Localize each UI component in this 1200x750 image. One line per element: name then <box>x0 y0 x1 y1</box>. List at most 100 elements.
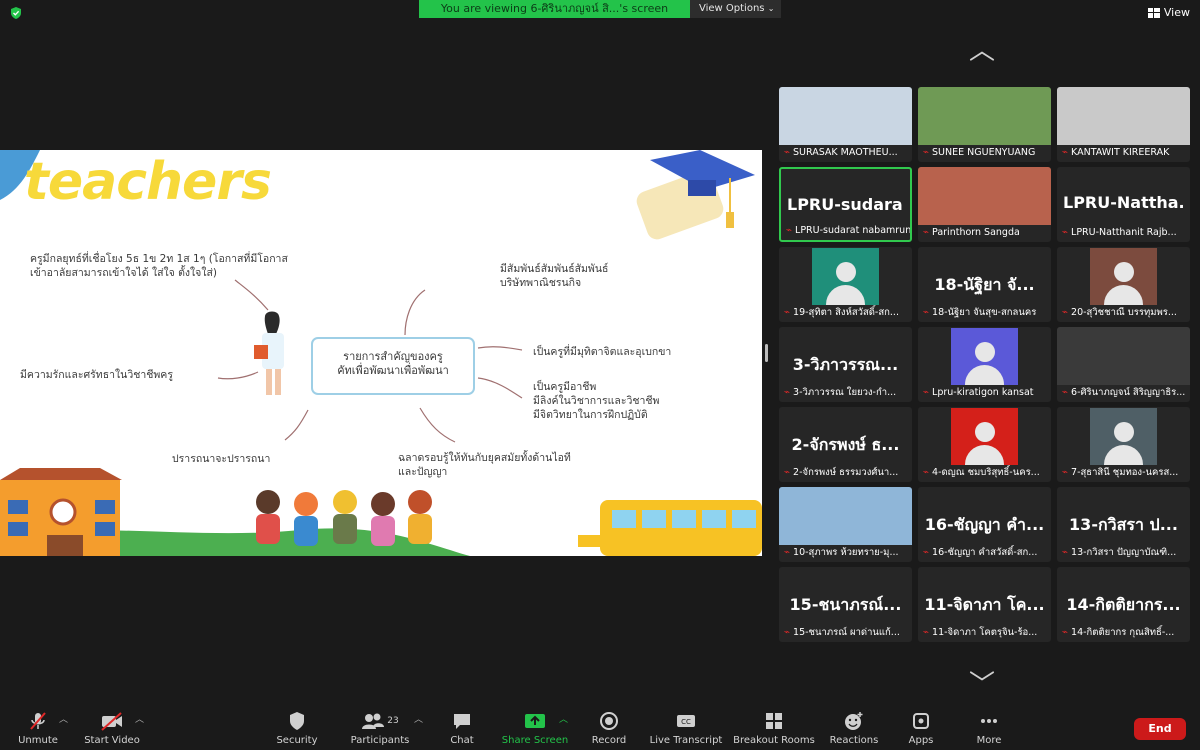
participant-name-label: ⌁ 11-จิดาภา โคตรุจิน-ร้อ... <box>918 624 1051 642</box>
view-options-label: View Options <box>699 3 765 14</box>
mic-muted-icon: ⌁ <box>784 307 791 318</box>
participant-tile[interactable]: 15-ชนาภรณ์... ⌁ 15-ชนาภรณ์ ผาด่านแก้... <box>779 567 912 642</box>
participant-avatar <box>951 408 1018 465</box>
school-building <box>0 468 122 556</box>
mic-muted-icon: ⌁ <box>784 547 791 558</box>
participant-tile[interactable]: ⌁ SURASAK MAOTHEU... <box>779 87 912 162</box>
participant-name-label: ⌁ 2-จักรพงษ์ ธรรมวงศ์นา... <box>779 464 912 482</box>
gallery-prev-chevron-up-icon[interactable]: ︿ <box>969 30 995 67</box>
video-options-caret-icon[interactable]: ︿ <box>135 712 144 725</box>
participant-name: SURASAK MAOTHEU... <box>793 147 898 158</box>
mic-muted-icon: ⌁ <box>1062 307 1069 318</box>
participant-tile[interactable]: LPRU-sudara... ⌁LPRU-sudarat nabamrung <box>779 167 912 242</box>
participant-tile[interactable]: 11-จิดาภา โค... ⌁ 11-จิดาภา โคตรุจิน-ร้อ..… <box>918 567 1051 642</box>
participant-name-label: ⌁ SUNEE NGUENYUANG <box>918 144 1051 162</box>
mic-muted-icon: ⌁ <box>1062 227 1069 238</box>
participant-name-label: ⌁ Parinthorn Sangda <box>918 224 1051 242</box>
participant-tile[interactable]: 16-ชัญญา คำ... ⌁ 16-ชัญญา คำสวัสดิ์-สก... <box>918 487 1051 562</box>
participant-tile[interactable]: ⌁ KANTAWIT KIREERAK <box>1057 87 1190 162</box>
participant-tile[interactable]: 14-กิตติยากร... ⌁ 14-กิตติยากร กุณสิทธิ์-.… <box>1057 567 1190 642</box>
participant-name-label: ⌁ 10-สุภาพร ห้วยทราย-มุ... <box>779 544 912 562</box>
mic-muted-icon: ⌁ <box>1062 147 1069 158</box>
participant-name: Parinthorn Sangda <box>932 227 1020 238</box>
participant-name: 10-สุภาพร ห้วยทราย-มุ... <box>793 547 899 558</box>
apps-icon <box>913 713 929 729</box>
participant-tile[interactable]: ⌁ 20-สุวิชชาณี บรรทุมพร... <box>1057 247 1190 322</box>
live-transcript-label: Live Transcript <box>649 735 723 746</box>
panel-resize-handle[interactable] <box>765 344 768 362</box>
mic-muted-icon: ⌁ <box>1062 627 1069 638</box>
participant-display-name: 14-กิตติยากร... <box>1066 595 1181 614</box>
participant-tile[interactable]: ⌁ 19-สุทิตา สิงห์สวัสดิ์-สก... <box>779 247 912 322</box>
mic-muted-icon: ⌁ <box>1062 547 1069 558</box>
participant-name-label: ⌁ 16-ชัญญา คำสวัสดิ์-สก... <box>918 544 1051 562</box>
security-label: Security <box>276 735 318 746</box>
participant-tile[interactable]: ⌁ 7-สุธาสินี ชุมทอง-นครส... <box>1057 407 1190 482</box>
graduation-cap-icon <box>636 150 755 240</box>
participant-display-name: LPRU-Nattha... <box>1063 193 1184 212</box>
participant-name-label: ⌁ KANTAWIT KIREERAK <box>1057 144 1190 162</box>
participant-avatar <box>1090 408 1157 465</box>
end-meeting-button[interactable]: End <box>1134 718 1186 740</box>
participant-name-label: ⌁ 4-ดญณ ชมบริสุทธิ์-นคร... <box>918 464 1051 482</box>
apps-label: Apps <box>908 735 934 746</box>
participant-tile[interactable]: 13-กวิสรา ป... ⌁ 13-กวิสรา ปัญญาบัณฑิ... <box>1057 487 1190 562</box>
participant-tile[interactable]: 2-จักรพงษ์ ธ... ⌁ 2-จักรพงษ์ ธรรมวงศ์นา... <box>779 407 912 482</box>
participant-tile[interactable]: LPRU-Nattha... ⌁ LPRU-Natthanit Rajb... <box>1057 167 1190 242</box>
breakout-rooms-button[interactable]: Breakout Rooms <box>729 710 819 746</box>
mic-muted-icon: ⌁ <box>923 467 930 478</box>
participant-tile[interactable]: ⌁ Lpru-kiratigon kansat <box>918 327 1051 402</box>
participant-name: 4-ดญณ ชมบริสุทธิ์-นคร... <box>932 467 1040 478</box>
mic-muted-icon: ⌁ <box>1062 467 1069 478</box>
participant-tile[interactable]: ⌁ 10-สุภาพร ห้วยทราย-มุ... <box>779 487 912 562</box>
gallery-next-chevron-down-icon[interactable]: ﹀ <box>969 664 995 701</box>
participant-display-name: 15-ชนาภรณ์... <box>789 595 902 614</box>
slide-item-4: เป็นครูมีอาชีพ มีลิงค์ในวิชาการและวิชาชี… <box>533 381 660 421</box>
start-video-button[interactable]: Start Video ︿ <box>67 710 157 746</box>
chat-icon <box>454 714 470 729</box>
participant-display-name: 16-ชัญญา คำ... <box>924 515 1045 534</box>
more-icon <box>981 719 997 723</box>
more-button[interactable]: More <box>944 710 1034 746</box>
mic-muted-icon: ⌁ <box>784 387 791 398</box>
participant-tile[interactable]: ⌁ Parinthorn Sangda <box>918 167 1051 242</box>
slide-item-3: เป็นครูที่มีมุทิตาจิตและอุเบกขา <box>533 346 672 358</box>
participant-display-name: 2-จักรพงษ์ ธ... <box>791 435 900 454</box>
participant-name: 16-ชัญญา คำสวัสดิ์-สก... <box>932 547 1038 558</box>
participant-name-label: ⌁ 15-ชนาภรณ์ ผาด่านแก้... <box>779 624 912 642</box>
shield-icon[interactable] <box>9 6 23 20</box>
live-transcript-button[interactable]: CC Live Transcript <box>641 710 731 746</box>
teacher-figure <box>254 311 284 395</box>
participant-tile[interactable]: ⌁ 4-ดญณ ชมบริสุทธิ์-นคร... <box>918 407 1051 482</box>
mic-muted-icon: ⌁ <box>784 147 791 158</box>
participant-tile[interactable]: 3-วิภาวรรณ... ⌁ 3-วิภาวรรณ ใยยวง-กำ... <box>779 327 912 402</box>
more-label: More <box>976 735 1002 746</box>
participant-tile[interactable]: ⌁ 6-ศิรินาภญจน์ สิริญญาธิร... <box>1057 327 1190 402</box>
participant-name: 6-ศิรินาภญจน์ สิริญญาธิร... <box>1071 387 1186 398</box>
participant-name-label: ⌁ SURASAK MAOTHEU... <box>779 144 912 162</box>
svg-text:CC: CC <box>681 718 691 726</box>
participant-tile[interactable]: ⌁ SUNEE NGUENYUANG <box>918 87 1051 162</box>
participants-count: 23 <box>387 716 399 726</box>
participants-icon <box>362 713 385 729</box>
view-label: View <box>1163 6 1190 19</box>
participant-name-label: ⌁ 3-วิภาวรรณ ใยยวง-กำ... <box>779 384 912 402</box>
participants-button[interactable]: 23 Participants ︿ <box>335 710 425 746</box>
participant-name-label: ⌁ Lpru-kiratigon kansat <box>918 384 1051 402</box>
chevron-down-icon: ⌄ <box>767 4 775 13</box>
participant-video <box>1057 327 1190 385</box>
participant-name-label: ⌁ 18-นัฐิยา จันสุข-สกลนคร <box>918 304 1051 322</box>
participant-name-label: ⌁ 20-สุวิชชาณี บรรทุมพร... <box>1057 304 1190 322</box>
participant-avatar <box>1090 248 1157 305</box>
record-label: Record <box>591 735 627 746</box>
view-options-button[interactable]: View Options ⌄ <box>690 0 781 18</box>
reactions-label: Reactions <box>829 735 879 746</box>
mic-muted-icon: ⌁ <box>786 225 793 236</box>
slide-item-7: ฉลาดรอบรู้ให้ทันกับยุคสมัยทั้งด้านไอที แ… <box>398 452 571 478</box>
view-button[interactable]: View <box>1147 6 1190 19</box>
mic-muted-icon: ⌁ <box>923 227 930 238</box>
security-button[interactable]: Security <box>252 710 342 746</box>
participant-name: 14-กิตติยากร กุณสิทธิ์-... <box>1071 627 1175 638</box>
participant-tile[interactable]: 18-นัฐิยา จั... ⌁ 18-นัฐิยา จันสุข-สกลนคร <box>918 247 1051 322</box>
participant-name: 7-สุธาสินี ชุมทอง-นครส... <box>1071 467 1179 478</box>
